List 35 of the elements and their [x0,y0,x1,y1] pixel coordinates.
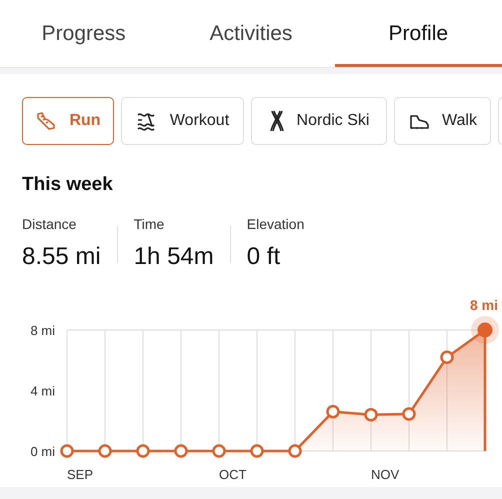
skis-icon [268,110,285,132]
activity-chip[interactable]: Walk [394,97,491,145]
data-point [174,444,188,458]
activity-chip[interactable]: Workout [121,97,244,145]
x-axis-label: NOV [371,466,400,482]
data-point [402,406,416,420]
data-point [288,444,302,458]
data-point [326,404,340,418]
y-axis-label: 8 mi [30,322,55,338]
shoe-icon [35,111,58,131]
tab[interactable]: Activities [167,0,335,67]
data-point [212,444,226,458]
shoe-icon [408,112,430,130]
stat-label: Time [134,214,166,234]
tab[interactable]: Progress [0,0,168,67]
data-point [98,444,112,458]
stat-value: 0 ft [246,242,282,272]
stat-label: Elevation [246,214,304,234]
data-point [60,444,74,458]
data-point [250,444,264,458]
x-axis-label: SEP [67,466,94,482]
data-point [136,444,150,458]
value-label: 8 mi [470,296,498,312]
activity-chip[interactable]: Run [22,97,114,145]
x-axis-label: OCT [219,466,246,482]
stat-label: Distance [22,214,78,234]
y-axis-label: 0 mi [30,444,55,458]
data-point [364,407,378,421]
activity-chip[interactable]: Nordic Ski [251,97,387,145]
stat-value: 8.55 mi [22,242,101,272]
data-point [440,350,454,364]
stat-value: 1h 54m [134,242,214,272]
section-title: This week [22,173,113,197]
y-axis-label: 4 mi [30,383,55,398]
data-point [478,322,492,337]
